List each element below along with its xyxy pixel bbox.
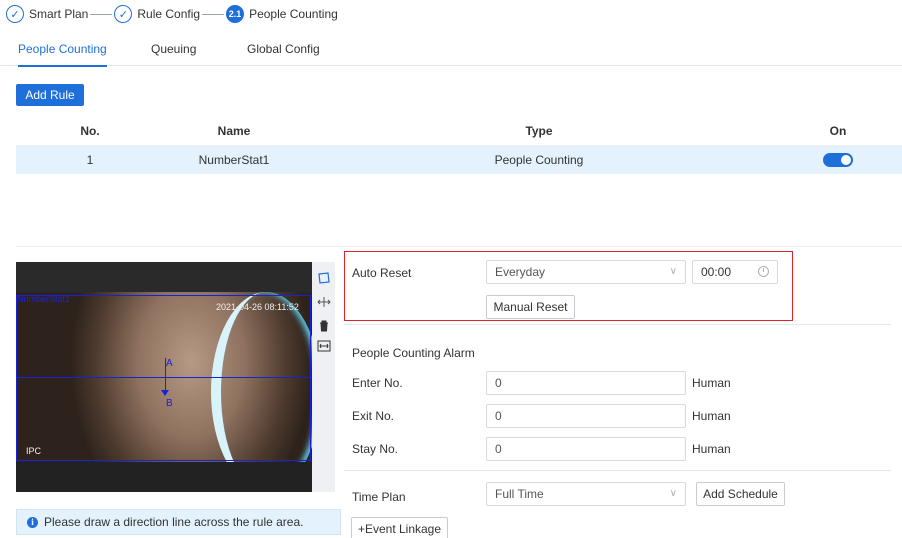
move-icon[interactable] — [316, 294, 332, 310]
tab-bar: People Counting Queuing Global Config — [0, 38, 902, 67]
enter-no-input[interactable]: 0 — [486, 371, 686, 395]
direction-label-a: A — [166, 358, 173, 369]
time-plan-value: Full Time — [495, 487, 544, 501]
direction-arrow-icon — [161, 390, 169, 396]
chevron-down-icon: ∨ — [669, 266, 677, 277]
stay-no-input[interactable]: 0 — [486, 437, 686, 461]
auto-reset-select[interactable]: Everyday ∨ — [486, 260, 686, 284]
row-on-cell — [774, 153, 902, 168]
enable-toggle[interactable] — [823, 153, 853, 168]
header-no: No. — [80, 123, 100, 138]
exit-no-input[interactable]: 0 — [486, 404, 686, 428]
section-divider — [344, 324, 891, 325]
direction-label-b: B — [166, 398, 173, 409]
draw-area-icon[interactable] — [316, 270, 332, 286]
step-connector — [90, 13, 113, 15]
step-rule-config-label: Rule Config — [137, 7, 201, 21]
tab-global-config[interactable]: Global Config — [241, 38, 326, 66]
step-smart-plan[interactable]: ✓ Smart Plan — [6, 5, 88, 23]
draw-hint: i Please draw a direction line across th… — [16, 509, 341, 535]
info-icon: i — [27, 516, 38, 528]
header-name: Name — [217, 123, 251, 138]
enter-no-unit: Human — [692, 376, 731, 390]
stay-no-unit: Human — [692, 442, 731, 456]
exit-no-label: Exit No. — [352, 409, 395, 423]
table-header: No. Name Type On — [16, 116, 902, 146]
reset-time-input[interactable]: 00:00 — [692, 260, 778, 284]
drawing-toolbar — [312, 262, 335, 492]
clock-icon — [758, 266, 769, 277]
add-rule-button[interactable]: Add Rule — [16, 84, 84, 106]
detection-line[interactable] — [16, 377, 312, 378]
row-no: 1 — [86, 153, 94, 167]
step-rule-config[interactable]: ✓ Rule Config — [114, 5, 200, 23]
time-plan-label: Time Plan — [352, 490, 406, 504]
time-plan-select[interactable]: Full Time ∨ — [486, 482, 686, 506]
line-size-icon[interactable] — [316, 338, 332, 354]
step-people-counting[interactable]: 2.1 People Counting — [226, 5, 338, 23]
auto-reset-value: Everyday — [495, 265, 546, 279]
video-bottom — [16, 462, 312, 492]
rule-area-box[interactable] — [16, 295, 311, 461]
chevron-down-icon: ∨ — [669, 488, 677, 499]
section-divider — [344, 470, 891, 471]
reset-time-value: 00:00 — [701, 265, 732, 279]
rule-name-overlay: NumberStat1 — [17, 294, 71, 304]
wizard-stepper: ✓ Smart Plan ✓ Rule Config 2.1 People Co… — [6, 4, 338, 24]
row-type: People Counting — [494, 153, 584, 167]
step-connector — [202, 13, 225, 15]
enter-no-label: Enter No. — [352, 376, 403, 390]
video-preview[interactable]: A B NumberStat1 2021-04-26 08:11:52 IPC — [16, 262, 312, 492]
rule-table: No. Name Type On 1 NumberStat1 People Co… — [16, 116, 902, 174]
tab-queuing[interactable]: Queuing — [145, 38, 202, 66]
header-type: Type — [525, 123, 553, 138]
tab-people-counting[interactable]: People Counting — [12, 38, 113, 67]
row-name: NumberStat1 — [198, 153, 270, 167]
step-smart-plan-label: Smart Plan — [29, 7, 89, 21]
delete-icon[interactable] — [316, 318, 332, 334]
exit-no-unit: Human — [692, 409, 731, 423]
stay-no-label: Stay No. — [352, 442, 399, 456]
header-on: On — [829, 123, 847, 138]
alarm-section-label: People Counting Alarm — [352, 346, 475, 360]
table-divider — [16, 246, 902, 247]
step-people-counting-label: People Counting — [249, 7, 338, 21]
check-icon: ✓ — [114, 5, 133, 23]
step-number-badge: 2.1 — [226, 5, 245, 23]
osd-channel: IPC — [26, 446, 42, 456]
table-row[interactable]: 1 NumberStat1 People Counting — [16, 146, 902, 174]
osd-timestamp: 2021-04-26 08:11:52 — [216, 302, 299, 312]
add-schedule-button[interactable]: Add Schedule — [696, 482, 785, 506]
check-icon: ✓ — [6, 5, 24, 23]
hint-text: Please draw a direction line across the … — [44, 515, 304, 529]
manual-reset-button[interactable]: Manual Reset — [486, 295, 575, 319]
event-linkage-button[interactable]: +Event Linkage — [351, 517, 448, 538]
auto-reset-label: Auto Reset — [352, 266, 412, 280]
